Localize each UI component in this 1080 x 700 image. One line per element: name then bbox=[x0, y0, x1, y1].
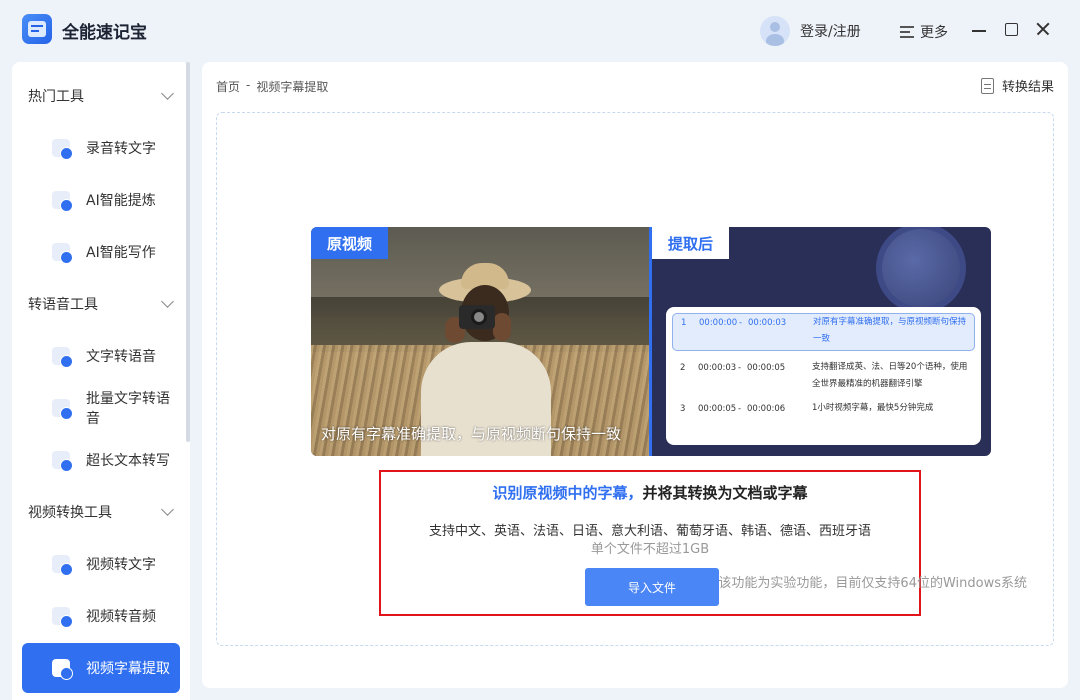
import-file-button[interactable]: 导入文件 bbox=[585, 568, 719, 606]
original-video-preview: 原视频 对原有字幕准确提取，与原视频断句保持一致 bbox=[311, 227, 649, 456]
long-text-icon bbox=[52, 451, 73, 472]
extracted-tag: 提取后 bbox=[652, 227, 730, 259]
sidebar-item-label: AI智能提炼 bbox=[86, 193, 156, 209]
breadcrumb-current: 视频字幕提取 bbox=[256, 80, 329, 94]
breadcrumb-home[interactable]: 首页 bbox=[216, 78, 240, 95]
subtitle-row: 3 00:00:05 - 00:00:06 1小时视频字幕，最快5分钟完成 bbox=[680, 403, 934, 414]
login-label: 登录/注册 bbox=[800, 24, 861, 40]
sidebar-scrollbar[interactable] bbox=[186, 62, 190, 442]
sidebar-item-label: 视频转文字 bbox=[86, 557, 156, 573]
sidebar-item-label: 视频字幕提取 bbox=[86, 661, 170, 677]
extracted-preview: 提取后 1 00:00:00 - 00:00:03 对原有字幕准确提取，与原视频… bbox=[652, 227, 991, 456]
close-icon[interactable] bbox=[1034, 20, 1052, 38]
title-bar: 全能速记宝 登录/注册 更多 bbox=[0, 0, 1080, 60]
sidebar-item-subtitle-extract[interactable]: 视频字幕提取 bbox=[22, 643, 180, 693]
conversion-results-button[interactable]: 转换结果 bbox=[980, 76, 1054, 95]
sidebar-item-label: 录音转文字 bbox=[86, 141, 156, 157]
sidebar: 热门工具 录音转文字 AI智能提炼 AI智能写作 转语音工具 文字转语音 批量文… bbox=[12, 62, 190, 700]
feature-info-box: 识别原视频中的字幕，并将其转换为文档或字幕 支持中文、英语、法语、日语、意大利语… bbox=[379, 470, 921, 616]
sidebar-item-label: 文字转语音 bbox=[86, 349, 156, 365]
original-video-tag: 原视频 bbox=[311, 227, 389, 259]
sidebar-item-label: AI智能写作 bbox=[86, 245, 156, 261]
conversion-results-label: 转换结果 bbox=[1001, 80, 1054, 95]
sidebar-item-label: 超长文本转写 bbox=[86, 453, 170, 469]
sidebar-item-text-to-speech[interactable]: 文字转语音 bbox=[22, 333, 180, 379]
group-title: 转语音工具 bbox=[28, 297, 98, 313]
maximize-icon[interactable] bbox=[1002, 20, 1020, 38]
supported-languages: 支持中文、英语、法语、日语、意大利语、葡萄牙语、韩语、德语、西班牙语 bbox=[428, 524, 871, 539]
sidebar-group-video-tools[interactable]: 视频转换工具 bbox=[28, 502, 176, 522]
subtitle-extract-icon bbox=[52, 659, 73, 680]
minimize-icon[interactable] bbox=[970, 20, 988, 38]
sidebar-group-hot-tools[interactable]: 热门工具 bbox=[28, 86, 176, 106]
sidebar-item-batch-tts[interactable]: 批量文字转语音 bbox=[22, 385, 180, 431]
video-to-text-icon bbox=[52, 555, 73, 576]
sidebar-item-label: 批量文字转语音 bbox=[86, 391, 170, 427]
group-title: 热门工具 bbox=[28, 89, 84, 105]
file-dropzone[interactable]: 原视频 对原有字幕准确提取，与原视频断句保持一致 提取后 1 00:00:00 … bbox=[216, 112, 1054, 646]
text-to-speech-icon bbox=[52, 347, 73, 368]
chevron-down-icon bbox=[161, 503, 174, 516]
main-panel: 首页 - 视频字幕提取 转换结果 原视频 对原有字幕准确提取，与原视频断句保持一… bbox=[202, 62, 1068, 688]
app-logo-icon bbox=[22, 14, 52, 44]
audio-to-text-icon bbox=[52, 139, 73, 160]
headline-highlight: 识别原视频中的字幕， bbox=[492, 484, 643, 502]
ai-extract-icon bbox=[52, 191, 73, 212]
chevron-down-icon bbox=[161, 87, 174, 100]
login-button[interactable]: 登录/注册 bbox=[760, 16, 861, 46]
video-to-audio-icon bbox=[52, 607, 73, 628]
breadcrumb-separator: - bbox=[246, 78, 251, 92]
app-title: 全能速记宝 bbox=[62, 23, 147, 43]
more-menu-button[interactable]: 更多 bbox=[900, 22, 948, 42]
sidebar-item-long-text[interactable]: 超长文本转写 bbox=[22, 437, 180, 483]
subtitle-list: 1 00:00:00 - 00:00:03 对原有字幕准确提取，与原视频断句保持… bbox=[666, 307, 981, 445]
ai-writing-icon bbox=[52, 243, 73, 264]
menu-icon bbox=[900, 26, 914, 38]
chevron-down-icon bbox=[161, 295, 174, 308]
subtitle-row: 1 00:00:00 - 00:00:03 对原有字幕准确提取，与原视频断句保持… bbox=[672, 313, 975, 351]
batch-tts-icon bbox=[52, 399, 73, 420]
breadcrumb: 首页 - 视频字幕提取 bbox=[216, 78, 328, 95]
more-label: 更多 bbox=[920, 25, 948, 41]
sidebar-item-ai-writing[interactable]: AI智能写作 bbox=[22, 229, 180, 275]
experimental-note: 该功能为实验功能，目前仅支持64位的Windows系统 bbox=[718, 576, 1027, 591]
video-caption: 对原有字幕准确提取，与原视频断句保持一致 bbox=[321, 425, 622, 443]
sidebar-item-label: 视频转音频 bbox=[86, 609, 156, 625]
sidebar-item-video-to-audio[interactable]: 视频转音频 bbox=[22, 593, 180, 639]
magnifier-icon bbox=[876, 227, 966, 313]
file-size-limit: 单个文件不超过1GB bbox=[590, 542, 710, 557]
sidebar-group-tts-tools[interactable]: 转语音工具 bbox=[28, 294, 176, 314]
sidebar-item-audio-to-text[interactable]: 录音转文字 bbox=[22, 125, 180, 171]
group-title: 视频转换工具 bbox=[28, 505, 112, 521]
document-icon bbox=[980, 77, 994, 94]
sidebar-item-video-to-text[interactable]: 视频转文字 bbox=[22, 541, 180, 587]
avatar bbox=[760, 16, 790, 46]
sidebar-item-ai-extract[interactable]: AI智能提炼 bbox=[22, 177, 180, 223]
headline-text: 并将其转换为文档或字幕 bbox=[642, 484, 808, 502]
feature-headline: 识别原视频中的字幕，并将其转换为文档或字幕 bbox=[381, 482, 919, 503]
subtitle-row: 2 00:00:03 - 00:00:05 支持翻译成英、法、日等20个语种，使… bbox=[680, 362, 968, 389]
